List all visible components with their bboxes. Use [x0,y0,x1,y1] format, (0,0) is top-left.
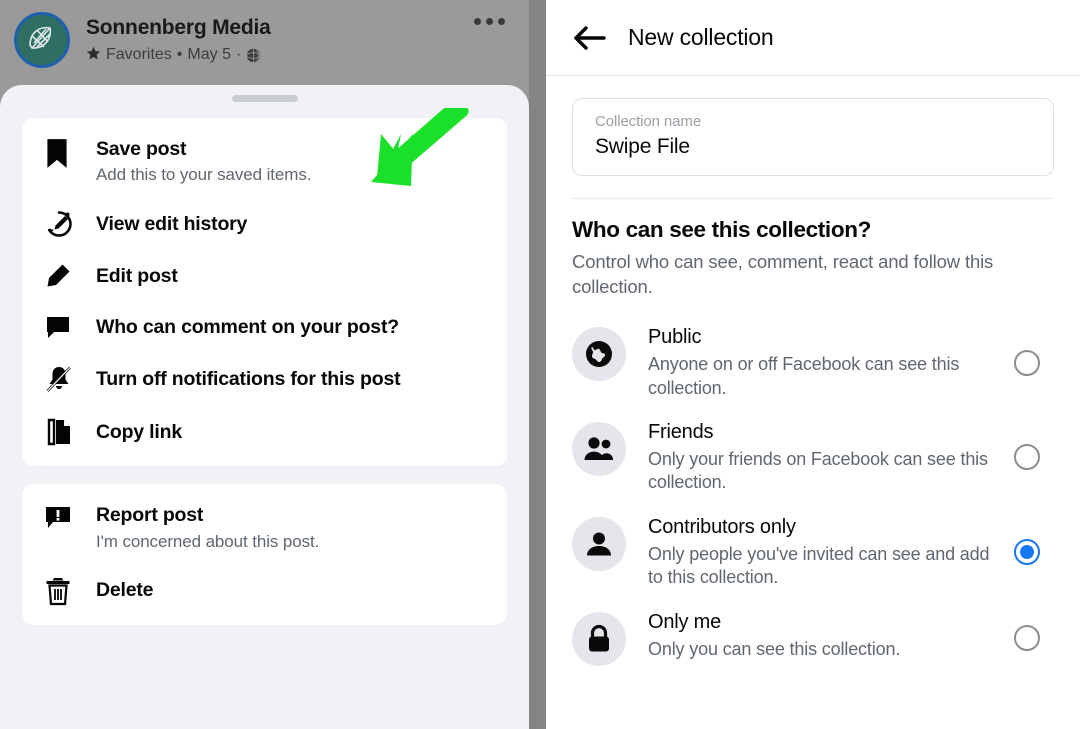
privacy-option-only-me[interactable]: Only me Only you can see this collection… [572,600,1054,676]
person-icon [572,516,626,571]
radio-only-me[interactable] [1014,624,1040,651]
privacy-option-title: Public [648,326,702,349]
menu-item-edit-post[interactable]: Edit post [22,250,507,301]
privacy-option-title: Only me [648,610,722,633]
bottom-sheet: Save post Add this to your saved items. [0,85,529,729]
copy-link-icon [44,416,90,447]
menu-item-text: Edit post [90,264,178,288]
post-separator: • [176,46,183,64]
trash-icon [44,575,90,606]
menu-item-title: Delete [96,579,154,602]
collection-name-input[interactable]: Collection name Swipe File [572,98,1054,176]
panel-divider [529,0,546,729]
menu-item-text: Turn off notifications for this post [90,367,401,391]
menu-item-text: Save post Add this to your saved items. [90,137,311,186]
privacy-option-description: Anyone on or off Facebook can see this c… [648,354,960,398]
menu-item-title: Edit post [96,264,178,287]
privacy-option-text: Only me Only you can see this collection… [626,610,1014,661]
menu-item-title: Turn off notifications for this post [96,367,401,390]
avatar-logo-icon [17,15,67,65]
new-collection-header: New collection [546,0,1080,76]
menu-item-text: Report post I'm concerned about this pos… [90,503,319,552]
avatar[interactable] [14,12,70,68]
privacy-option-description: Only you can see this collection. [648,638,901,659]
screenshot-root: Sonnenberg Media Favorites • May 5 · Sav… [0,0,1080,729]
menu-item-copy-link[interactable]: Copy link [22,405,507,458]
menu-item-delete[interactable]: Delete [22,564,507,617]
privacy-option-friends[interactable]: Friends Only your friends on Facebook ca… [572,410,1054,505]
comment-bubble-icon [44,312,90,341]
menu-item-report-post[interactable]: Report post I'm concerned about this pos… [22,492,507,563]
post-separator-2: · [235,46,242,64]
privacy-description: Control who can see, comment, react and … [572,251,994,297]
bookmark-icon [44,137,90,170]
post-meta: Sonnenberg Media Favorites • May 5 · [86,10,271,64]
menu-item-subtitle: Add this to your saved items. [96,165,312,185]
report-icon [44,503,90,532]
star-icon [86,46,101,64]
lock-icon [572,611,626,666]
privacy-option-contributors-only[interactable]: Contributors only Only people you've inv… [572,505,1054,600]
post-author-name[interactable]: Sonnenberg Media [86,16,271,40]
menu-item-text: Copy link [90,420,182,444]
radio-friends[interactable] [1014,444,1040,471]
pencil-icon [44,261,90,290]
menu-item-text: Delete [90,578,154,602]
radio-public[interactable] [1014,349,1040,376]
privacy-option-description: Only people you've invited can see and a… [648,543,990,588]
post-subline: Favorites • May 5 · [86,46,271,64]
menu-item-subtitle: I'm concerned about this post. [96,531,320,551]
more-options-icon[interactable] [474,18,505,25]
menu-item-text: Who can comment on your post? [90,315,399,339]
menu-item-title: Copy link [96,420,182,443]
radio-contributors-only[interactable] [1014,539,1040,566]
kebab-dot-1 [474,18,481,25]
menu-item-turn-off-notifications[interactable]: Turn off notifications for this post [22,352,507,405]
globe-icon [246,48,261,63]
menu-item-who-can-comment[interactable]: Who can comment on your post? [22,301,507,352]
menu-item-title: Save post [96,138,187,160]
privacy-option-description: Only your friends on Facebook can see th… [648,448,988,493]
page-title: New collection [628,24,774,50]
privacy-option-text: Public Anyone on or off Facebook can see… [626,325,1014,400]
friends-icon [572,421,626,476]
bell-off-icon [44,363,90,394]
collection-name-value[interactable]: Swipe File [595,135,1031,159]
privacy-options-list: Public Anyone on or off Facebook can see… [572,315,1054,675]
kebab-dot-2 [486,18,493,25]
collection-name-label: Collection name [595,113,702,130]
menu-item-view-edit-history[interactable]: View edit history [22,197,507,250]
post-header: Sonnenberg Media Favorites • May 5 · [0,0,529,88]
privacy-option-text: Contributors only Only people you've inv… [626,515,1014,590]
kebab-dot-3 [498,18,505,25]
privacy-heading: Who can see this collection? [572,217,872,242]
globe-icon [572,327,626,382]
post-audience-label: Favorites [106,46,172,64]
privacy-section: Who can see this collection? Control who… [546,199,1080,676]
menu-item-save-post[interactable]: Save post Add this to your saved items. [22,126,507,197]
post-date: May 5 [187,46,231,64]
menu-item-title: Report post [96,504,204,527]
menu-item-title: View edit history [96,212,248,235]
privacy-option-title: Contributors only [648,515,796,538]
menu-card-primary: Save post Add this to your saved items. [22,118,507,467]
left-panel-post-menu: Sonnenberg Media Favorites • May 5 · Sav… [0,0,529,729]
menu-item-title: Who can comment on your post? [96,315,399,338]
privacy-option-public[interactable]: Public Anyone on or off Facebook can see… [572,315,1054,410]
edit-history-icon [44,208,90,239]
menu-card-secondary: Report post I'm concerned about this pos… [22,484,507,625]
sheet-drag-handle[interactable] [231,95,298,102]
privacy-option-text: Friends Only your friends on Facebook ca… [626,420,1014,495]
menu-item-text: View edit history [90,212,247,236]
right-panel-new-collection: New collection Collection name Swipe Fil… [546,0,1080,729]
back-arrow-icon[interactable] [572,25,606,51]
privacy-option-title: Friends [648,420,714,443]
